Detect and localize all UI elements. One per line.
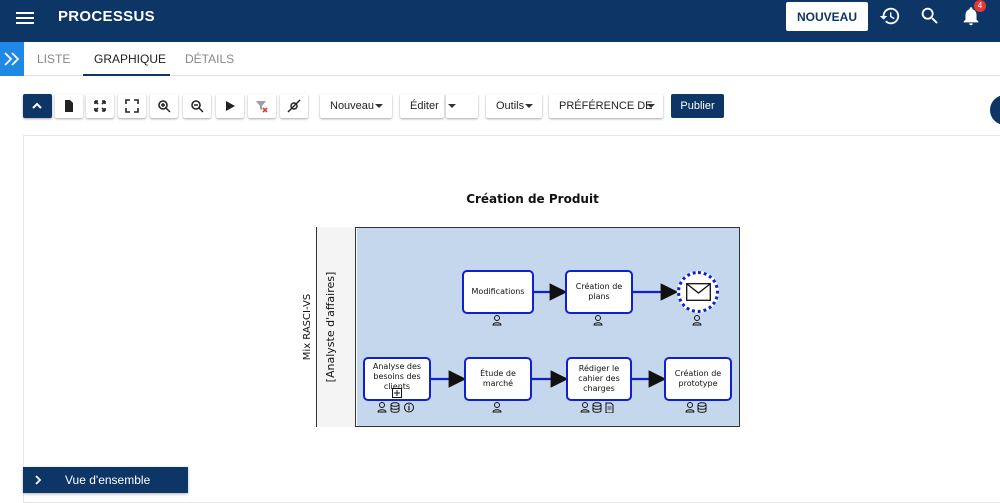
person-icon — [377, 402, 387, 413]
person-icon — [580, 402, 590, 413]
person-icon — [685, 402, 695, 413]
active-tab-indicator — [83, 74, 170, 76]
document-button[interactable] — [55, 94, 83, 118]
new-menu-label: Nouveau — [330, 100, 375, 112]
database-icon — [697, 402, 707, 413]
database-icon — [592, 402, 602, 413]
task-label: Création de prototype — [674, 369, 722, 388]
task-label: Rédiger le cahier des charges — [578, 364, 620, 393]
edit-menu-label: Éditer — [410, 100, 439, 112]
play-icon — [226, 101, 235, 111]
caret-down-icon — [375, 104, 383, 108]
lane-label: [Analyste d'affaires] — [324, 271, 337, 383]
new-button[interactable]: NOUVEAU — [786, 2, 868, 31]
lane-header[interactable]: [Analyste d'affaires] — [317, 227, 356, 427]
subprocess-plus-icon[interactable] — [392, 388, 402, 398]
task-resource-icons — [580, 402, 614, 413]
zoom-in-button[interactable] — [150, 94, 178, 118]
task-cahier-charges[interactable]: Rédiger le cahier des charges — [566, 357, 632, 401]
fullscreen-button[interactable] — [118, 94, 146, 118]
person-icon — [492, 402, 502, 413]
clear-filter-button[interactable] — [248, 94, 276, 118]
sidebar-toggle[interactable] — [0, 42, 24, 76]
task-etude-marche[interactable]: Étude de marché — [464, 357, 532, 401]
clear-filter-icon — [256, 101, 268, 113]
hide-button[interactable] — [280, 94, 308, 118]
tools-menu[interactable]: Outils — [486, 94, 542, 118]
caret-down-icon — [448, 104, 456, 108]
zoom-out-button[interactable] — [183, 94, 211, 118]
collapse-button[interactable] — [23, 94, 52, 118]
hide-icon — [287, 99, 301, 113]
zoom-in-icon — [158, 100, 171, 113]
task-creation-plans[interactable]: Création de plans — [565, 270, 633, 314]
fullscreen-icon — [125, 99, 139, 113]
zoom-out-icon — [191, 100, 204, 113]
task-resource-icons — [685, 402, 707, 413]
tab-details[interactable]: DÉTAILS — [185, 52, 234, 66]
edit-menu[interactable]: Éditer — [400, 94, 444, 118]
pool-label: Mix RASCI-VS — [302, 293, 313, 361]
tools-menu-label: Outils — [496, 100, 525, 112]
overview-toggle[interactable]: Vue d'ensemble — [23, 467, 188, 493]
pool-header[interactable]: Mix RASCI-VS — [300, 227, 317, 427]
menu-icon[interactable] — [16, 9, 34, 27]
message-event[interactable] — [677, 271, 719, 313]
chevron-right-icon — [35, 475, 42, 485]
person-icon — [492, 315, 502, 326]
document-icon — [605, 402, 614, 413]
task-creation-prototype[interactable]: Création de prototype — [664, 357, 732, 401]
app-title: PROCESSUS — [58, 8, 155, 25]
diagram-title: Création de Produit — [466, 192, 599, 206]
edit-menu-toggle[interactable] — [446, 94, 478, 118]
fit-icon — [94, 100, 106, 112]
task-modifications[interactable]: Modifications — [462, 270, 534, 314]
caret-down-icon — [525, 104, 533, 108]
publish-button[interactable]: Publier — [671, 94, 724, 118]
chevron-up-icon — [32, 102, 42, 109]
search-icon[interactable] — [919, 5, 941, 27]
tab-graphique[interactable]: GRAPHIQUE — [94, 52, 166, 66]
info-icon — [404, 402, 414, 413]
history-icon[interactable] — [879, 5, 901, 27]
person-icon — [593, 315, 603, 326]
task-label: Modifications — [471, 287, 525, 296]
preference-menu[interactable]: PRÉFÉRENCE DE — [549, 94, 663, 118]
overview-label: Vue d'ensemble — [65, 473, 151, 487]
task-label: Création de plans — [575, 282, 623, 301]
document-icon — [65, 100, 73, 112]
fit-button[interactable] — [86, 94, 114, 118]
play-button[interactable] — [216, 94, 244, 118]
notification-badge: 4 — [974, 0, 986, 12]
envelope-icon — [686, 283, 711, 301]
floating-action-button[interactable] — [990, 95, 1000, 125]
new-menu[interactable]: Nouveau — [320, 94, 392, 118]
top-app-bar: PROCESSUS NOUVEAU 4 — [0, 0, 1000, 42]
task-resource-icons — [377, 402, 414, 413]
database-icon — [390, 402, 400, 413]
caret-down-icon — [647, 104, 655, 108]
tab-bar: LISTE GRAPHIQUE DÉTAILS — [0, 42, 1000, 76]
person-icon — [692, 315, 702, 326]
preference-menu-label: PRÉFÉRENCE DE — [559, 100, 653, 112]
tab-liste[interactable]: LISTE — [37, 52, 70, 66]
double-chevron-right-icon — [4, 52, 20, 66]
task-label: Étude de marché — [480, 369, 516, 388]
